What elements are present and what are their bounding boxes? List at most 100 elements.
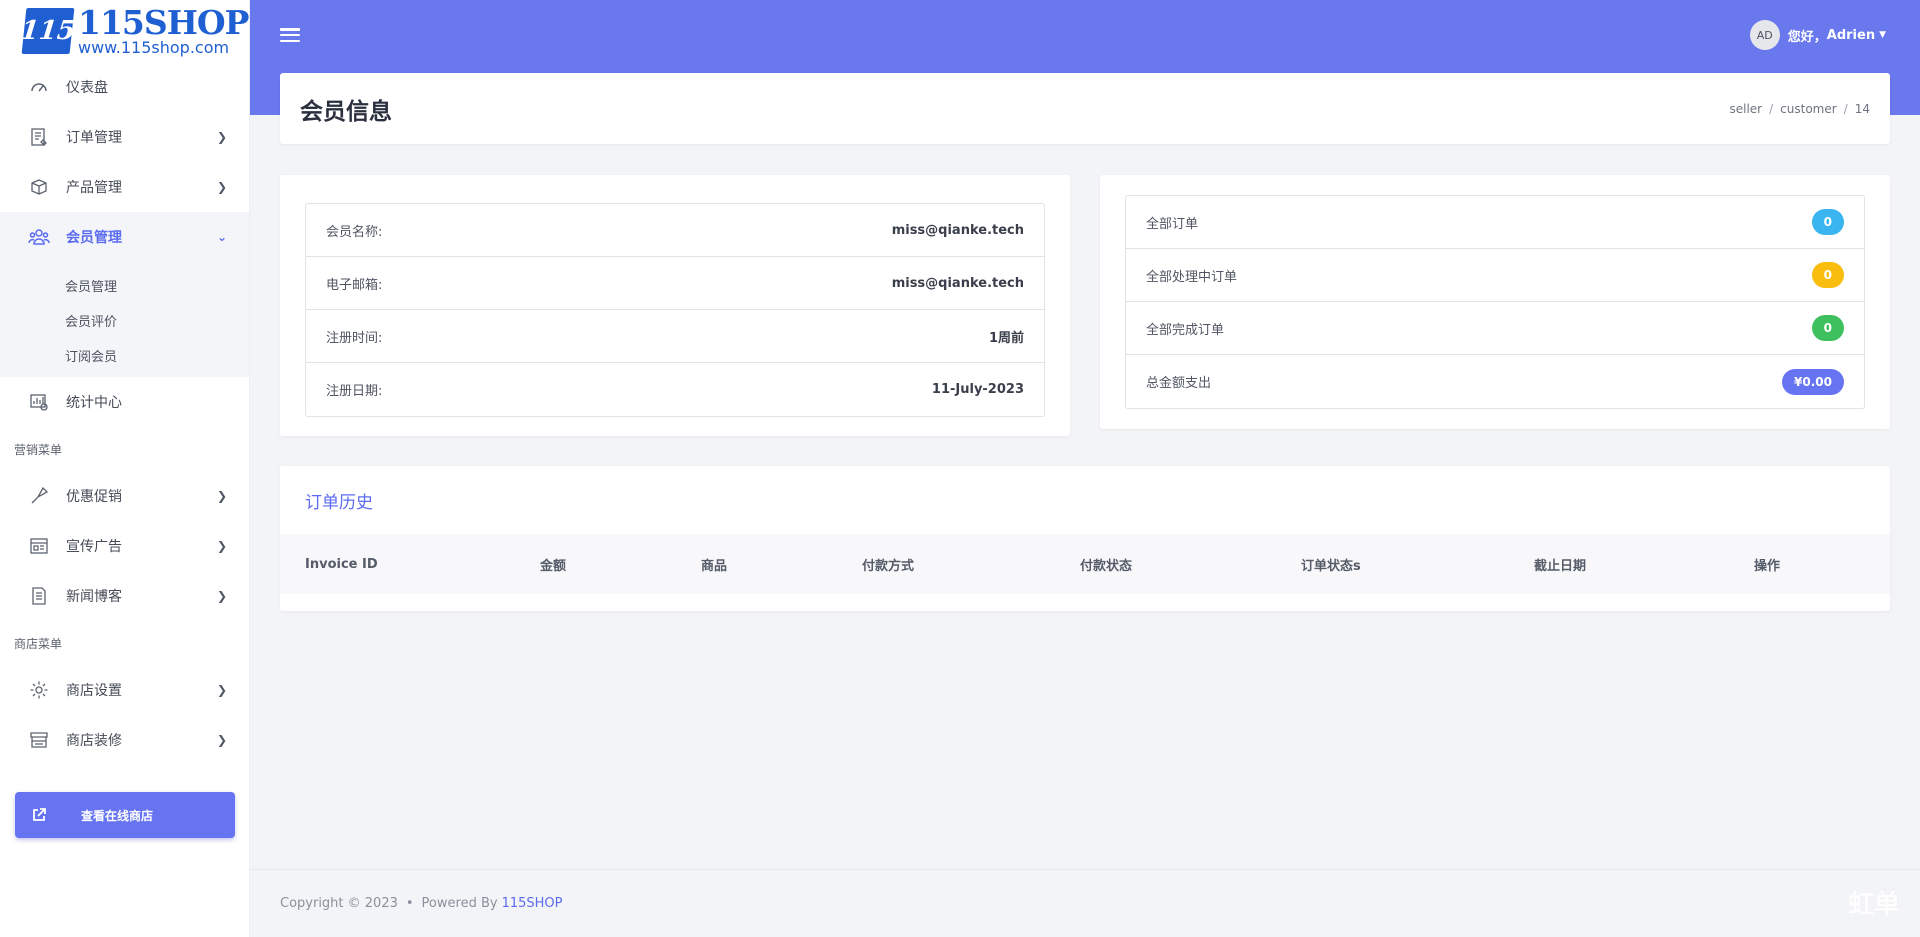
page-title-card: 会员信息 seller / customer/14 [280, 73, 1890, 144]
info-key: 电子邮箱: [326, 277, 383, 293]
chevron-right-icon: ❯ [216, 180, 227, 194]
promotion-icon [28, 485, 50, 507]
member-info-list: 会员名称: miss@qianke.tech 电子邮箱: miss@qianke… [305, 203, 1045, 417]
menu-toggle-icon[interactable] [280, 25, 300, 45]
username: Adrien [1826, 27, 1876, 43]
advertising-icon [28, 535, 50, 557]
column-header: 截止日期 [1534, 558, 1587, 574]
order-stats-card: 全部订单 0 全部处理中订单 0 全部完成订单 0 总金额支出 ¥0.00 [1100, 175, 1890, 429]
column-header: 付款方式 [862, 558, 915, 574]
logo-brand: 115SHOP [78, 3, 249, 42]
info-key: 注册时间: [326, 330, 383, 346]
section-title-marketing: 营销菜单 [14, 442, 63, 457]
stat-label: 全部处理中订单 [1146, 269, 1238, 285]
member-info-row: 注册时间: 1周前 [306, 310, 1044, 363]
order-history-table-header: Invoice ID 金额 商品 付款方式 付款状态 订单状态s 截止日期 操作 [280, 534, 1890, 594]
stat-label: 全部订单 [1146, 216, 1199, 232]
sidebar-item-label: 统计中心 [66, 395, 122, 411]
info-key: 注册日期: [326, 384, 383, 399]
sidebar: 115 115SHOP www.115shop.com 仪表盘 订单管理 ❯ 产… [0, 0, 250, 937]
chevron-right-icon: ❯ [216, 539, 227, 553]
logo-url: www.115shop.com [78, 38, 230, 57]
sidebar-item-shop-settings[interactable]: 商店设置 ❯ [0, 665, 249, 715]
status-badge: 0 [1811, 315, 1844, 341]
member-info-row: 电子邮箱: miss@qianke.tech [306, 257, 1044, 310]
sidebar-item-label: 订单管理 [66, 130, 122, 146]
order-history-title: 订单历史 [305, 492, 373, 513]
sidebar-item-label: 会员管理 [66, 230, 122, 246]
sidebar-item-promotions[interactable]: 优惠促销 ❯ [0, 471, 249, 521]
stat-label: 总金额支出 [1146, 376, 1212, 391]
submenu-item-member-management[interactable]: 会员管理 [0, 268, 249, 303]
sidebar-item-news[interactable]: 新闻博客 ❯ [0, 571, 249, 621]
submenu-item-subscribers[interactable]: 订阅会员 [0, 338, 249, 373]
copyright-text: Copyright © 2023 [280, 896, 398, 911]
view-online-store-button[interactable]: 查看在线商店 [15, 792, 235, 838]
logo[interactable]: 115 115SHOP www.115shop.com [0, 0, 249, 62]
column-header: 订单状态s [1301, 558, 1361, 574]
info-value: miss@qianke.tech [891, 222, 1024, 238]
order-history-card: 订单历史 Invoice ID 金额 商品 付款方式 付款状态 订单状态s 截止… [280, 466, 1890, 611]
watermark: 虹单 [1847, 890, 1900, 920]
column-header: 金额 [540, 558, 567, 574]
chevron-right-icon: ❯ [216, 683, 227, 697]
news-blog-icon [28, 585, 50, 607]
page-title: 会员信息 [300, 98, 392, 125]
view-online-store-label: 查看在线商店 [81, 808, 154, 823]
breadcrumb: seller / customer/14 [1729, 101, 1870, 116]
sidebar-item-shop-decoration[interactable]: 商店装修 ❯ [0, 715, 249, 765]
caret-down-icon: ▼ [1879, 30, 1886, 40]
chevron-right-icon: ❯ [216, 130, 227, 144]
status-badge: 0 [1811, 262, 1844, 288]
footer: Copyright © 2023 • Powered By 115SHOP [250, 869, 1920, 937]
greeting-text: 您好， [1787, 29, 1827, 45]
member-info-row: 会员名称: miss@qianke.tech [306, 204, 1044, 257]
breadcrumb-item[interactable]: customer [1780, 102, 1837, 116]
dashboard-gauge-icon [28, 76, 50, 98]
footer-brand-link[interactable]: 115SHOP [502, 896, 563, 911]
info-key: 会员名称: [326, 224, 383, 240]
chevron-down-icon: ⌄ [216, 230, 227, 244]
status-badge: 0 [1811, 209, 1844, 235]
member-info-row: 注册日期: 11-July-2023 [306, 363, 1044, 416]
powered-by-text: Powered By [421, 896, 498, 911]
sidebar-item-members[interactable]: 会员管理 ⌄ [0, 212, 249, 262]
sidebar-item-orders[interactable]: 订单管理 ❯ [0, 112, 249, 162]
logo-mark: 115 [19, 8, 77, 54]
sidebar-item-label: 商店装修 [66, 733, 122, 749]
product-box-icon [28, 176, 50, 198]
sidebar-item-statistics[interactable]: 统计中心 [0, 377, 249, 427]
members-submenu: 会员管理 会员评价 订阅会员 [0, 262, 249, 377]
status-badge: ¥0.00 [1782, 368, 1844, 395]
sidebar-item-dashboard[interactable]: 仪表盘 [0, 62, 249, 112]
column-header: 付款状态 [1080, 558, 1133, 574]
breadcrumb-item: 14 [1854, 101, 1870, 116]
column-header: 商品 [701, 558, 728, 574]
section-title-shop: 商店菜单 [14, 636, 63, 651]
order-stat-row: 全部完成订单 0 [1126, 302, 1864, 355]
chevron-right-icon: ❯ [216, 489, 227, 503]
column-header: Invoice ID [305, 556, 378, 572]
sidebar-item-label: 产品管理 [66, 180, 122, 196]
gear-icon [28, 679, 50, 701]
user-menu[interactable]: AD 您好， Adrien ▼ [1749, 20, 1886, 50]
sidebar-item-advertising[interactable]: 宣传广告 ❯ [0, 521, 249, 571]
submenu-item-member-reviews[interactable]: 会员评价 [0, 303, 249, 338]
avatar: AD [1749, 20, 1780, 50]
info-value: 11-July-2023 [931, 382, 1024, 397]
statistics-chart-icon [28, 391, 50, 413]
info-value: miss@qianke.tech [891, 275, 1024, 291]
chevron-right-icon: ❯ [216, 733, 227, 747]
sidebar-item-label: 优惠促销 [66, 489, 122, 505]
sidebar-item-label: 仪表盘 [66, 80, 108, 96]
footer-separator: • [405, 896, 414, 911]
info-value: 1周前 [988, 330, 1024, 346]
chevron-right-icon: ❯ [216, 589, 227, 603]
sidebar-item-products[interactable]: 产品管理 ❯ [0, 162, 249, 212]
sidebar-item-label: 商店设置 [66, 683, 122, 699]
members-group-icon [28, 226, 50, 248]
external-link-icon [31, 807, 47, 823]
order-stat-row: 全部处理中订单 0 [1126, 249, 1864, 302]
breadcrumb-item[interactable]: seller [1729, 102, 1762, 116]
column-header: 操作 [1754, 558, 1781, 574]
